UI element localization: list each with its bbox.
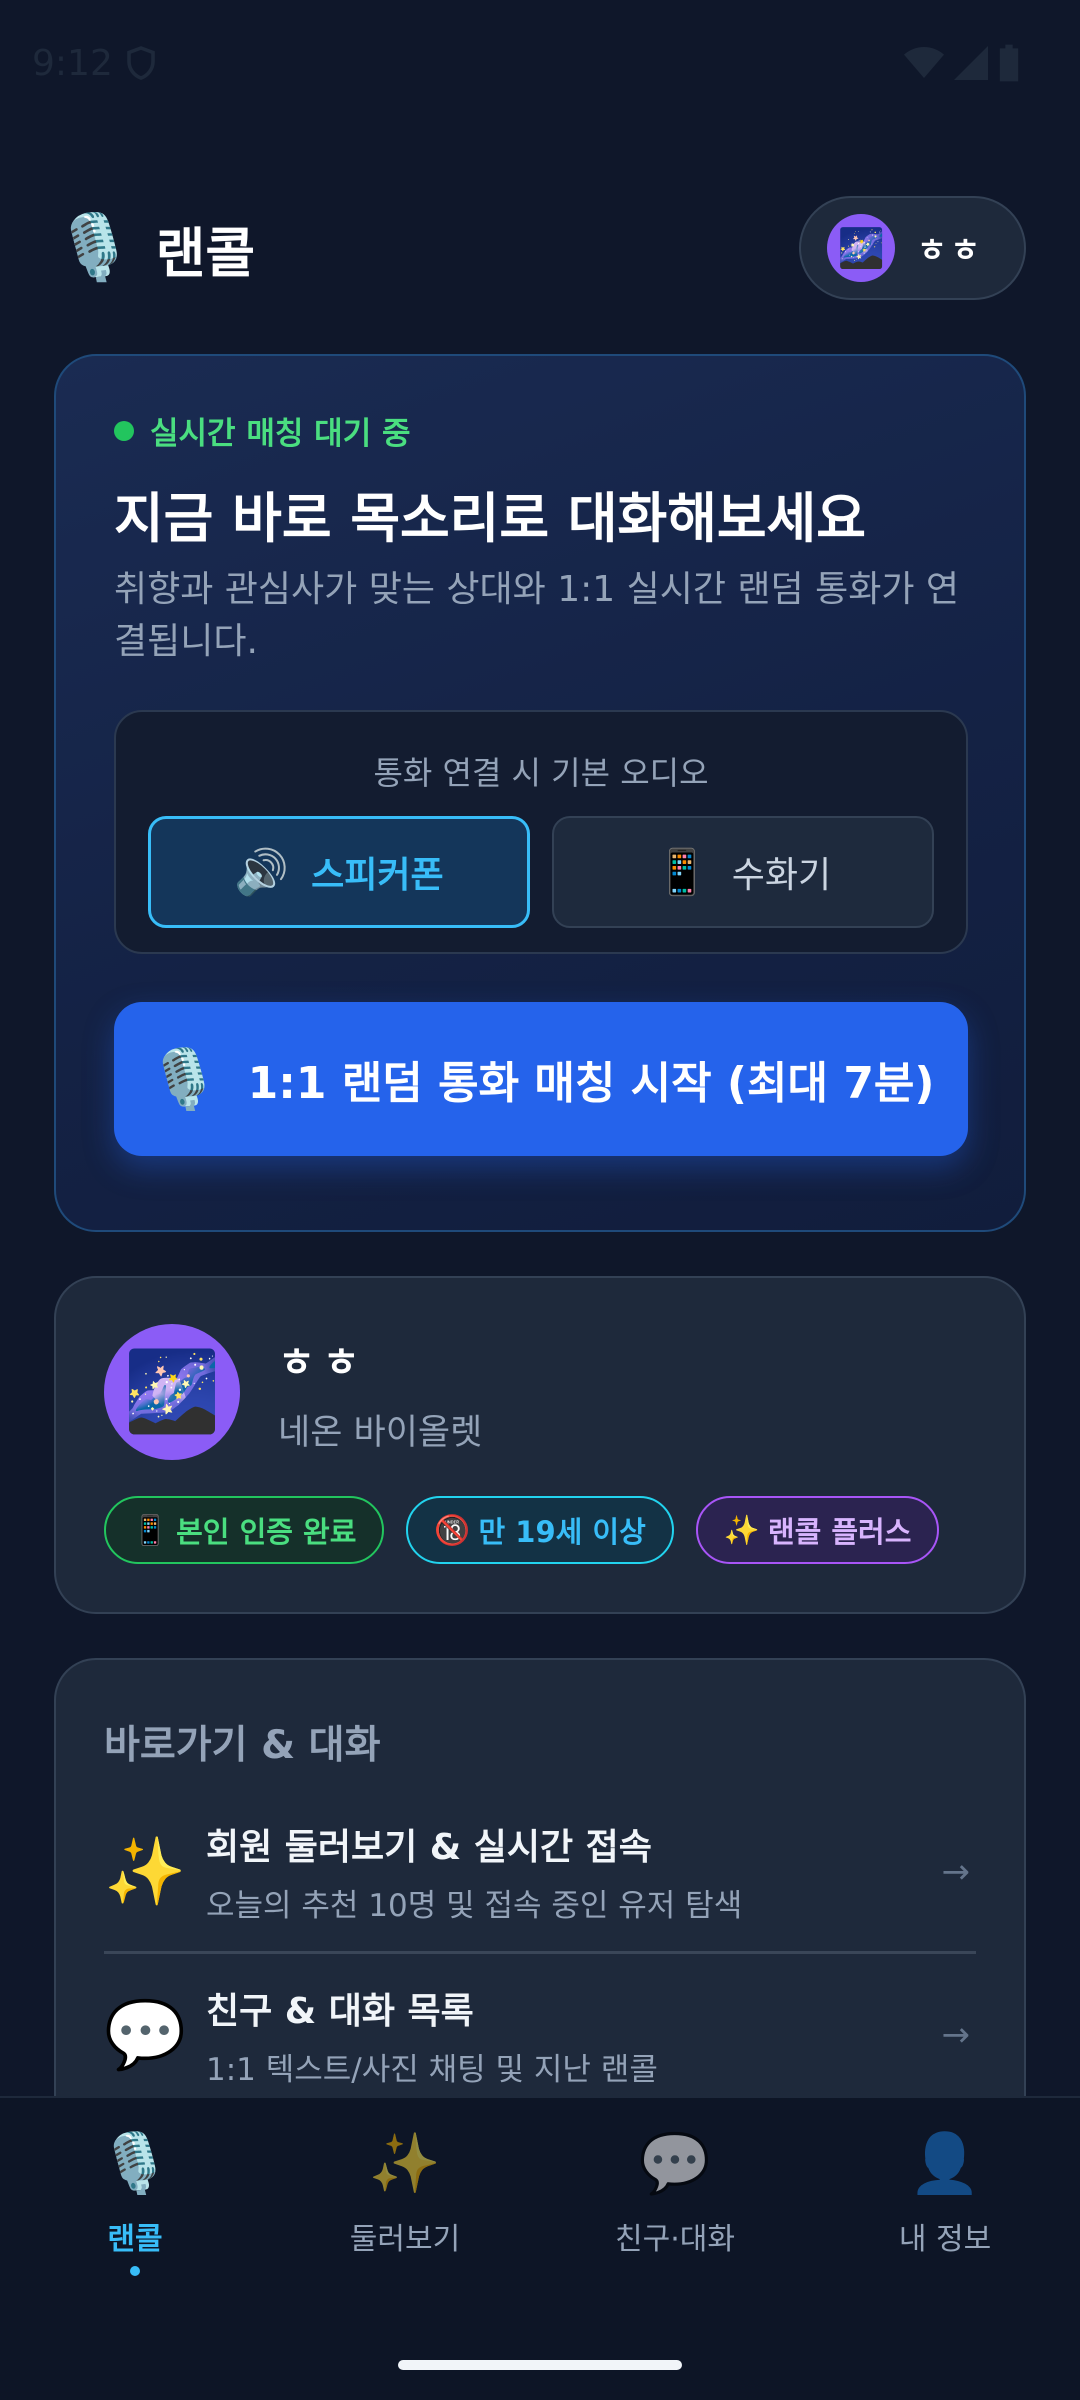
active-indicator <box>130 2266 140 2276</box>
profile-card[interactable]: 🌌 ㅎㅎ 네온 바이올렛 📱 본인 인증 완료 🔞 만 19세 이상 ✨ 랜콜 … <box>54 1276 1026 1614</box>
avatar: 🌌 <box>827 214 896 282</box>
profile-info: ㅎㅎ 네온 바이올렛 <box>278 1330 482 1455</box>
home-indicator[interactable] <box>398 2360 682 2370</box>
wifi-icon <box>904 47 944 78</box>
audio-output-selector: 통화 연결 시 기본 오디오 🔊 스피커폰 📱 수화기 <box>114 710 968 955</box>
brand: 🎙️ 랜콜 <box>54 209 255 288</box>
verified-badge: 📱 본인 인증 완료 <box>104 1496 385 1564</box>
arrow-right-icon: → <box>941 2015 971 2055</box>
shortcut-subtitle: 오늘의 추천 10명 및 접속 중인 유저 탐색 <box>206 1888 743 1924</box>
status-time: 9:12 <box>32 42 113 84</box>
nav-item-my-info[interactable]: 👤 내 정보 <box>810 2134 1080 2298</box>
start-matching-label: 1:1 랜덤 통화 매칭 시작 (최대 7분) <box>247 1058 935 1110</box>
app-header: 🎙️ 랜콜 🌌 ㅎㅎ <box>54 196 1026 300</box>
battery-icon <box>999 44 1019 82</box>
plus-badge: ✨ 랜콜 플러스 <box>695 1496 940 1564</box>
speakerphone-label: 스피커폰 <box>311 855 444 897</box>
matching-status-text: 실시간 매칭 대기 중 <box>150 416 411 452</box>
vpn-shield-icon <box>127 46 155 80</box>
nav-item-friends-chat[interactable]: 💬 친구·대화 <box>540 2134 810 2298</box>
matching-status: 실시간 매칭 대기 중 <box>114 408 966 453</box>
adult-badge: 🔞 만 19세 이상 <box>406 1496 674 1564</box>
microphone-icon: 🎙️ <box>98 2129 172 2197</box>
match-card: 실시간 매칭 대기 중 지금 바로 목소리로 대화해보세요 취향과 관심사가 맞… <box>54 354 1026 1232</box>
nav-label: 둘러보기 <box>349 2222 461 2257</box>
phone-icon: 📱 <box>654 847 710 899</box>
status-right <box>904 44 1020 82</box>
earpiece-label: 수화기 <box>731 855 832 897</box>
bottom-nav: 🎙️ 랜콜 ✨ 둘러보기 💬 친구·대화 👤 내 정보 <box>0 2096 1080 2400</box>
audio-options: 🔊 스피커폰 📱 수화기 <box>148 816 934 929</box>
browse-members-link[interactable]: ✨ 회원 둘러보기 & 실시간 접속 오늘의 추천 10명 및 접속 중인 유저… <box>104 1792 976 1954</box>
profile-theme: 네온 바이올렛 <box>278 1412 483 1453</box>
nav-item-browse[interactable]: ✨ 둘러보기 <box>270 2134 540 2298</box>
shortcut-title: 친구 & 대화 목록 <box>206 1990 474 2032</box>
badge-label: 랜콜 플러스 <box>767 1515 912 1549</box>
shortcuts-card: 바로가기 & 대화 ✨ 회원 둘러보기 & 실시간 접속 오늘의 추천 10명 … <box>54 1658 1026 2158</box>
sparkles-icon: ✨ <box>368 2129 442 2197</box>
badge-label: 본인 인증 완료 <box>176 1515 357 1549</box>
profile-badges: 📱 본인 인증 완료 🔞 만 19세 이상 ✨ 랜콜 플러스 <box>104 1496 976 1564</box>
avatar: 🌌 <box>104 1324 240 1460</box>
status-left: 9:12 <box>32 43 159 84</box>
profile-name: ㅎㅎ <box>278 1339 368 1386</box>
nav-items: 🎙️ 랜콜 ✨ 둘러보기 💬 친구·대화 👤 내 정보 <box>0 2098 1080 2298</box>
shortcut-subtitle: 1:1 텍스트/사진 채팅 및 지난 랜콜 <box>206 2051 658 2088</box>
user-icon: 👤 <box>908 2129 982 2197</box>
signal-icon <box>954 46 988 80</box>
profile-chip-name: ㅎㅎ <box>917 231 984 269</box>
earpiece-option[interactable]: 📱 수화기 <box>552 816 934 929</box>
arrow-right-icon: → <box>941 1851 971 1892</box>
section-title: 바로가기 & 대화 <box>104 1723 381 1768</box>
nav-label: 내 정보 <box>898 2222 992 2257</box>
shortcut-text: 친구 & 대화 목록 1:1 텍스트/사진 채팅 및 지난 랜콜 <box>206 1982 910 2089</box>
badge-label: 만 19세 이상 <box>478 1515 646 1549</box>
nav-label: 랜콜 <box>107 2222 163 2257</box>
sparkles-icon: ✨ <box>723 1512 760 1547</box>
friends-chat-link[interactable]: 💬 친구 & 대화 목록 1:1 텍스트/사진 채팅 및 지난 랜콜 → <box>104 1954 976 2116</box>
speakerphone-option[interactable]: 🔊 스피커폰 <box>148 816 530 929</box>
chat-bubble-icon: 💬 <box>638 2129 712 2197</box>
nav-item-rancall[interactable]: 🎙️ 랜콜 <box>0 2134 270 2298</box>
adult-only-icon: 🔞 <box>434 1512 471 1547</box>
profile-row: 🌌 ㅎㅎ 네온 바이올렛 <box>104 1324 976 1460</box>
shortcut-text: 회원 둘러보기 & 실시간 접속 오늘의 추천 10명 및 접속 중인 유저 탐… <box>206 1818 910 1925</box>
start-matching-button[interactable]: 🎙️ 1:1 랜덤 통화 매칭 시작 (최대 7분) <box>114 1002 968 1157</box>
nav-label: 친구·대화 <box>615 2222 735 2257</box>
app-title: 랜콜 <box>155 221 256 285</box>
shortcut-title: 회원 둘러보기 & 실시간 접속 <box>206 1827 652 1868</box>
hero-title: 지금 바로 목소리로 대화해보세요 <box>114 487 866 550</box>
online-dot-icon <box>114 420 134 441</box>
chat-bubble-icon: 💬 <box>104 1996 187 2073</box>
microphone-icon: 🎙️ <box>54 211 134 285</box>
profile-chip-button[interactable]: 🌌 ㅎㅎ <box>799 196 1026 300</box>
sparkles-icon: ✨ <box>104 1832 187 1910</box>
microphone-icon: 🎙️ <box>147 1044 220 1113</box>
audio-label: 통화 연결 시 기본 오디오 <box>373 754 709 793</box>
hero-description: 취향과 관심사가 맞는 상대와 1:1 실시간 랜덤 통화가 연결됩니다. <box>114 568 960 662</box>
speaker-icon: 🔊 <box>234 847 290 899</box>
phone-icon: 📱 <box>132 1512 169 1547</box>
status-bar: 9:12 <box>0 0 1080 126</box>
